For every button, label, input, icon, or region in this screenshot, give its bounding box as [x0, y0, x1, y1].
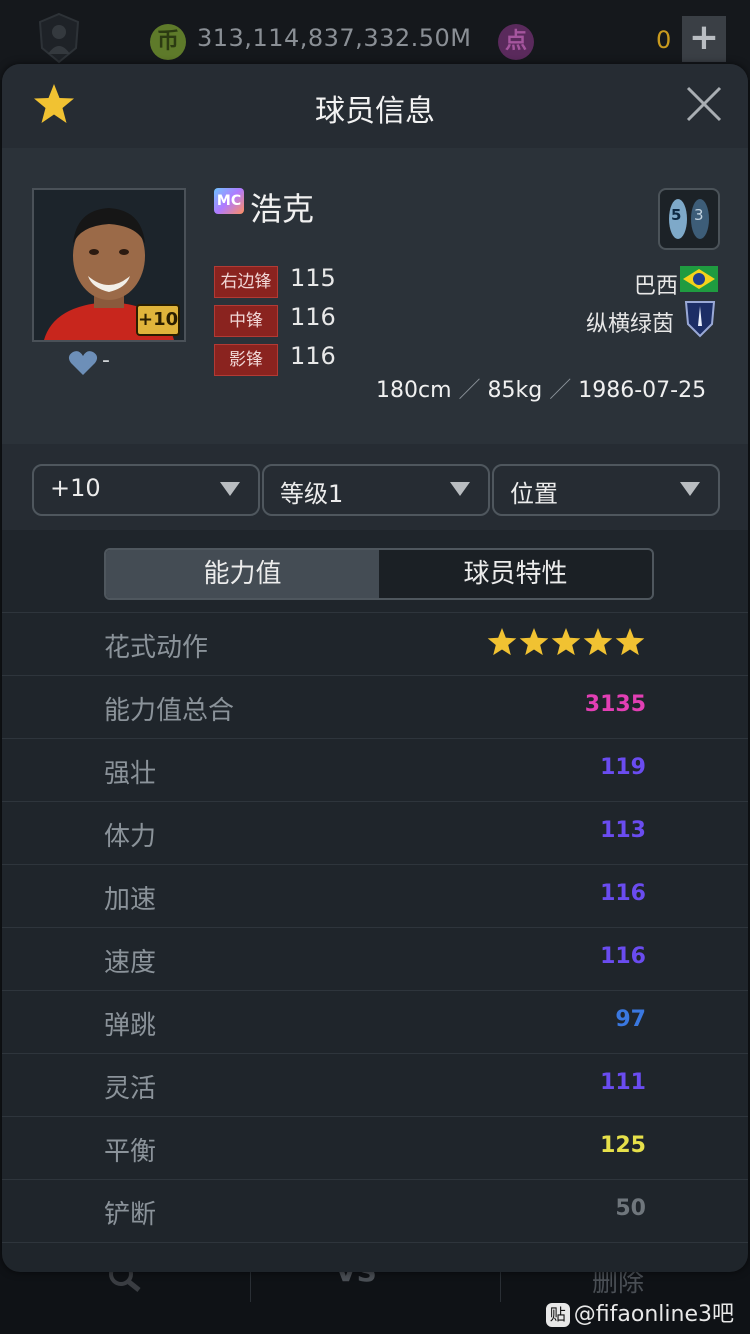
stat-label: 弹跳	[104, 1011, 157, 1041]
player-portrait[interactable]: +10	[32, 188, 186, 342]
right-foot-value: 3	[694, 206, 704, 224]
watermark-text: @fifaonline3吧	[573, 1302, 734, 1327]
enhance-level-badge: +10	[136, 304, 180, 336]
position-rating: 116	[290, 303, 336, 331]
position-dropdown-value: 位置	[510, 480, 558, 508]
nation-name: 巴西	[633, 274, 678, 299]
level-dropdown[interactable]: 等级1	[262, 464, 490, 516]
stat-value: 119	[600, 755, 646, 780]
stat-row: 平衡 125	[2, 1116, 748, 1179]
star-icon	[615, 628, 645, 656]
stat-value: 125	[600, 1133, 646, 1158]
position-rating: 116	[290, 342, 336, 370]
chevron-down-icon	[680, 482, 700, 496]
stat-row: 强壮 119	[2, 738, 748, 801]
coin-icon: 币	[150, 24, 186, 60]
player-weight: 85kg	[487, 378, 543, 403]
left-foot-value: 5	[671, 206, 682, 224]
star-icon	[487, 628, 517, 656]
level-dropdown-value: 等级1	[280, 480, 344, 508]
stat-value: 97	[615, 1007, 646, 1032]
position-dropdown[interactable]: 位置	[492, 464, 720, 516]
stat-label: 平衡	[104, 1137, 157, 1167]
player-height: 180cm	[376, 378, 452, 403]
stat-value: 116	[600, 881, 646, 906]
stat-label: 体力	[104, 822, 157, 852]
season-mc-icon: MC	[214, 188, 244, 214]
star-icon	[519, 628, 549, 656]
modal-header: 球员信息	[2, 64, 748, 148]
heart-icon[interactable]	[68, 350, 98, 376]
position-tag: 右边锋	[214, 266, 278, 298]
player-profile: +10 - MC 浩克 5 3 右边锋 115 中锋 116 影锋 116 巴西…	[2, 148, 748, 444]
team-crest-icon	[684, 301, 716, 338]
stat-label: 花式动作	[104, 633, 209, 663]
info-tabs: 能力值 球员特性	[104, 548, 654, 600]
stat-list: 花式动作 能力值总合 3135 强壮 119 体力 113 加速 116 速度 …	[2, 612, 748, 1243]
stat-label: 灵活	[104, 1074, 157, 1104]
filter-controls: +10 等级1 位置	[2, 444, 748, 530]
stat-row: 体力 113	[2, 801, 748, 864]
stat-label: 速度	[104, 948, 157, 978]
position-tag: 影锋	[214, 344, 278, 376]
stat-label: 强壮	[104, 759, 157, 789]
stat-label: 能力值总合	[104, 696, 235, 726]
player-name: 浩克	[250, 190, 315, 228]
stat-row: 灵活 111	[2, 1053, 748, 1116]
player-info-modal: 球员信息 +10 - MC 浩克 5 3 右边锋 115 中锋 116 影锋 1…	[2, 64, 748, 1272]
tab-ability[interactable]: 能力值	[106, 550, 379, 598]
manager-icon[interactable]	[36, 12, 82, 64]
close-icon[interactable]	[684, 84, 724, 124]
add-points-button[interactable]: +	[682, 16, 726, 62]
stat-row: 能力值总合 3135	[2, 675, 748, 738]
coin-balance: 313,114,837,332.50M	[197, 24, 472, 52]
enhance-dropdown-value: +10	[50, 474, 101, 502]
stat-row: 加速 116	[2, 864, 748, 927]
stat-value: 116	[600, 944, 646, 969]
stat-row: 铲断 50	[2, 1179, 748, 1243]
chevron-down-icon	[450, 482, 470, 496]
tab-traits[interactable]: 球员特性	[379, 550, 652, 598]
stat-value: 3135	[584, 692, 646, 717]
point-balance: 0	[656, 26, 672, 54]
stat-label: 加速	[104, 885, 157, 915]
stat-row: 弹跳 97	[2, 990, 748, 1053]
stat-row: 花式动作	[2, 612, 748, 675]
chevron-down-icon	[220, 482, 240, 496]
like-count: -	[102, 348, 110, 373]
position-tag: 中锋	[214, 305, 278, 337]
player-birthdate: 1986-07-25	[578, 378, 707, 403]
star-icon	[583, 628, 613, 656]
position-rating: 115	[290, 264, 336, 292]
foot-skill-badge: 5 3	[658, 188, 720, 250]
skill-stars	[487, 628, 645, 656]
stat-value: 111	[600, 1070, 646, 1095]
point-icon: 点	[498, 24, 534, 60]
stat-value: 113	[600, 818, 646, 843]
watermark: 贴 @fifaonline3吧	[545, 1296, 734, 1328]
stat-row: 速度 116	[2, 927, 748, 990]
enhance-dropdown[interactable]: +10	[32, 464, 260, 516]
brazil-flag-icon	[680, 266, 718, 292]
team-name: 纵横绿茵	[585, 312, 674, 337]
feet-icon	[669, 199, 709, 239]
tieba-logo-icon: 贴	[545, 1303, 570, 1327]
stat-value: 50	[615, 1196, 646, 1221]
physical-info: 180cm ／ 85kg ／ 1986-07-25	[376, 378, 707, 403]
stat-label: 铲断	[104, 1200, 157, 1230]
star-icon	[551, 628, 581, 656]
modal-title: 球员信息	[315, 94, 435, 129]
